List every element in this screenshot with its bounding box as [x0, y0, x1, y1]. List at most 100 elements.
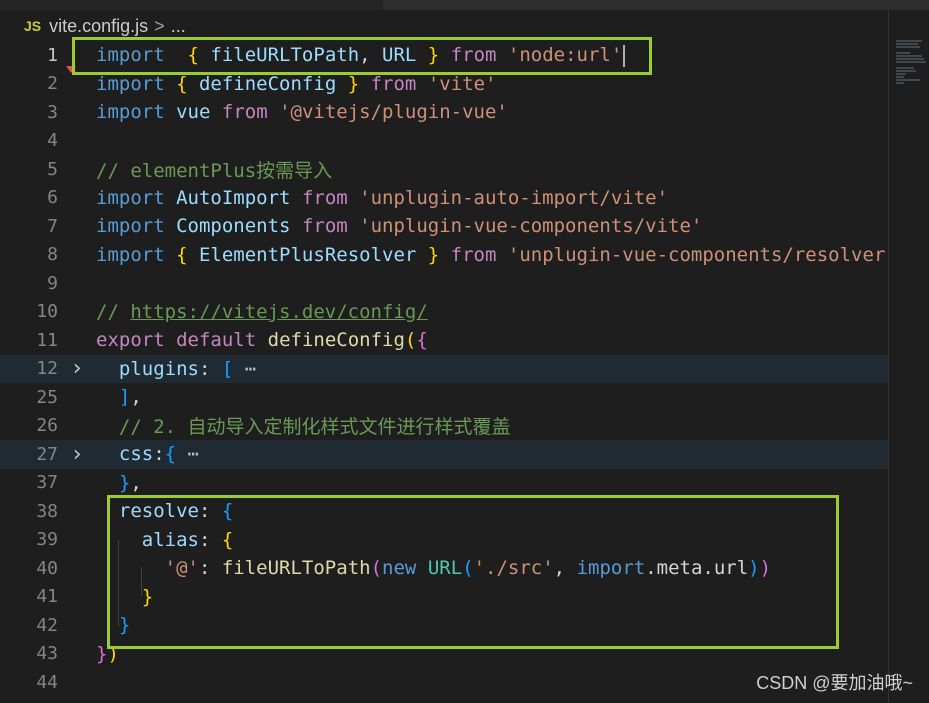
code-text: } [96, 586, 153, 608]
code-token: : [153, 443, 165, 466]
code-token: [ [221, 357, 234, 380]
code-token: ( [462, 557, 474, 580]
code-text: import Components from 'unplugin-vue-com… [96, 215, 702, 237]
code-token: from [301, 186, 348, 209]
code-token: '@' [164, 557, 199, 580]
code-line[interactable]: 37 }, [0, 469, 888, 498]
code-token: import [96, 215, 165, 238]
code-line[interactable]: 42 } [0, 611, 888, 640]
code-line[interactable]: 25 ], [0, 383, 888, 412]
code-line[interactable]: 10 // https://vitejs.dev/config/ [0, 298, 888, 327]
line-number: 43 [36, 643, 58, 665]
code-text: // elementPlus按需导入 [96, 156, 332, 183]
code-token: { [176, 243, 188, 266]
breadcrumb-file[interactable]: vite.config.js [49, 16, 148, 37]
code-token: plugins [96, 357, 199, 380]
code-editor[interactable]: 1 import { fileURLToPath, URL } from 'nod… [0, 41, 888, 703]
code-line[interactable]: 43}) [0, 640, 888, 669]
fold-chevron-icon[interactable]: › [58, 356, 96, 381]
code-token: import [96, 44, 165, 66]
code-line[interactable]: 5 // elementPlus按需导入 [0, 155, 888, 184]
line-number: 6 [47, 187, 58, 209]
code-text: '@': fileURLToPath(new URL('./src', impo… [96, 557, 771, 579]
code-token: // elementPlus按需导入 [96, 159, 333, 182]
chevron-right-icon: > [154, 15, 165, 36]
code-token: from [370, 72, 417, 95]
code-token: // [96, 300, 131, 323]
code-text: import { defineConfig } from 'vite' [96, 73, 496, 95]
code-line[interactable]: 8 import { ElementPlusResolver } from 'un… [0, 241, 888, 270]
code-line[interactable]: 27 › css:{ ⋯ [0, 440, 888, 469]
code-token: : [198, 500, 222, 523]
code-token: ) [759, 557, 772, 580]
line-number: 9 [47, 272, 58, 294]
code-token: https://vitejs.dev/config/ [130, 300, 428, 323]
code-text: import AutoImport from 'unplugin-auto-im… [96, 187, 668, 209]
code-token: { [176, 72, 188, 95]
minimap[interactable] [896, 40, 929, 100]
code-line[interactable]: 3 import vue from '@vitejs/plugin-vue' [0, 98, 888, 127]
code-text: import { ElementPlusResolver } from 'unp… [96, 244, 885, 266]
code-token: ⋯ [233, 357, 257, 380]
code-text: ], [96, 386, 142, 408]
code-token: fileURLToPath [221, 557, 371, 580]
code-line[interactable]: 26 // 2. 自动导入定制化样式文件进行样式覆盖 [0, 412, 888, 441]
code-token: from [450, 243, 497, 266]
code-line[interactable]: 40 '@': fileURLToPath(new URL('./src', i… [0, 554, 888, 583]
code-text: }) [96, 643, 119, 665]
code-line[interactable]: 4 [0, 127, 888, 156]
code-line[interactable]: 6 import AutoImport from 'unplugin-auto-i… [0, 184, 888, 213]
code-line[interactable]: 2 import { defineConfig } from 'vite' [0, 70, 888, 99]
code-line[interactable]: 41 } [0, 583, 888, 612]
code-line[interactable]: 1 import { fileURLToPath, URL } from 'nod… [0, 41, 888, 70]
code-token: alias [96, 528, 199, 551]
line-number: 2 [47, 73, 58, 95]
code-token: ⋯ [176, 443, 199, 466]
code-text: }, [96, 472, 142, 494]
code-token: import [96, 186, 165, 209]
code-line[interactable]: 39 alias: { [0, 526, 888, 555]
code-text: css:{ ⋯ [96, 443, 199, 465]
code-token: default [176, 329, 257, 352]
line-number: 25 [36, 386, 58, 408]
code-token: } [96, 642, 108, 665]
line-number: 11 [36, 329, 58, 351]
code-token: // 2. 自动导入定制化样式文件进行样式覆盖 [96, 416, 511, 439]
line-number: 38 [36, 500, 58, 522]
code-token: } [141, 585, 154, 608]
code-line[interactable]: 44 [0, 668, 888, 697]
code-line[interactable]: 38 resolve: { [0, 497, 888, 526]
code-token: ) [107, 642, 119, 665]
code-line[interactable]: 11 export default defineConfig({ [0, 326, 888, 355]
code-token: , [130, 471, 142, 494]
text-cursor [623, 44, 626, 67]
line-number: 40 [36, 557, 58, 579]
code-token: } [118, 614, 131, 637]
code-token: ) [748, 557, 760, 580]
code-token: 'unplugin-auto-import/vite' [359, 186, 669, 209]
code-line[interactable]: 9 [0, 269, 888, 298]
code-line[interactable]: 12 › plugins: [ ⋯ [0, 354, 888, 383]
code-token: defineConfig [187, 72, 348, 95]
code-token: , [359, 44, 383, 66]
code-token: : [198, 557, 222, 580]
code-line[interactable]: 7 import Components from 'unplugin-vue-co… [0, 212, 888, 241]
line-number: 3 [47, 101, 58, 123]
code-token: vue [176, 101, 211, 124]
fold-chevron-icon[interactable]: › [58, 442, 96, 467]
breadcrumb-more[interactable]: ... [171, 16, 186, 37]
tab-bar [0, 0, 929, 10]
code-token: new [382, 557, 417, 580]
code-token: export [96, 329, 165, 352]
tab-bar-inactive-area [383, 0, 929, 10]
code-token: from [450, 44, 497, 66]
